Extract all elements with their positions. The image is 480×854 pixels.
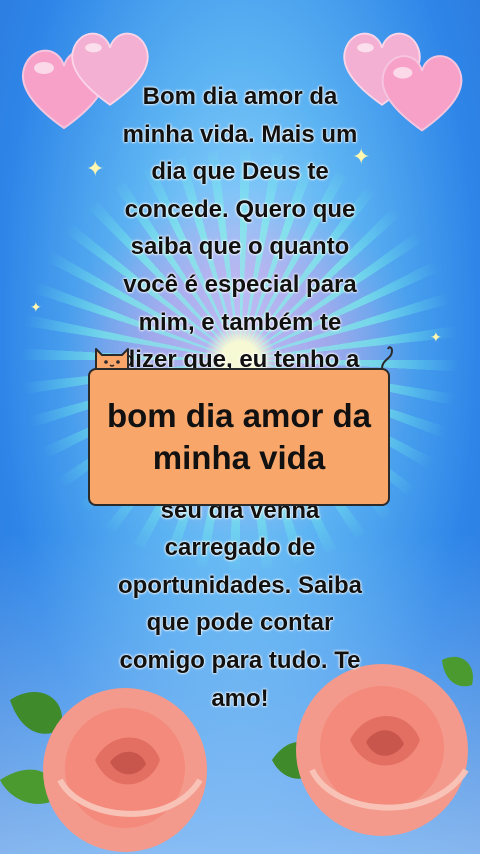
sparkle-icon: ✦ — [430, 329, 442, 345]
heart-icon — [374, 44, 470, 140]
cat-tail-icon — [380, 343, 396, 371]
caption-text: bom dia amor da minha vida — [106, 397, 372, 476]
cat-icon — [92, 343, 132, 371]
caption-sticker: bom dia amor da minha vida — [88, 368, 390, 506]
sparkle-icon: ✦ — [30, 299, 42, 315]
